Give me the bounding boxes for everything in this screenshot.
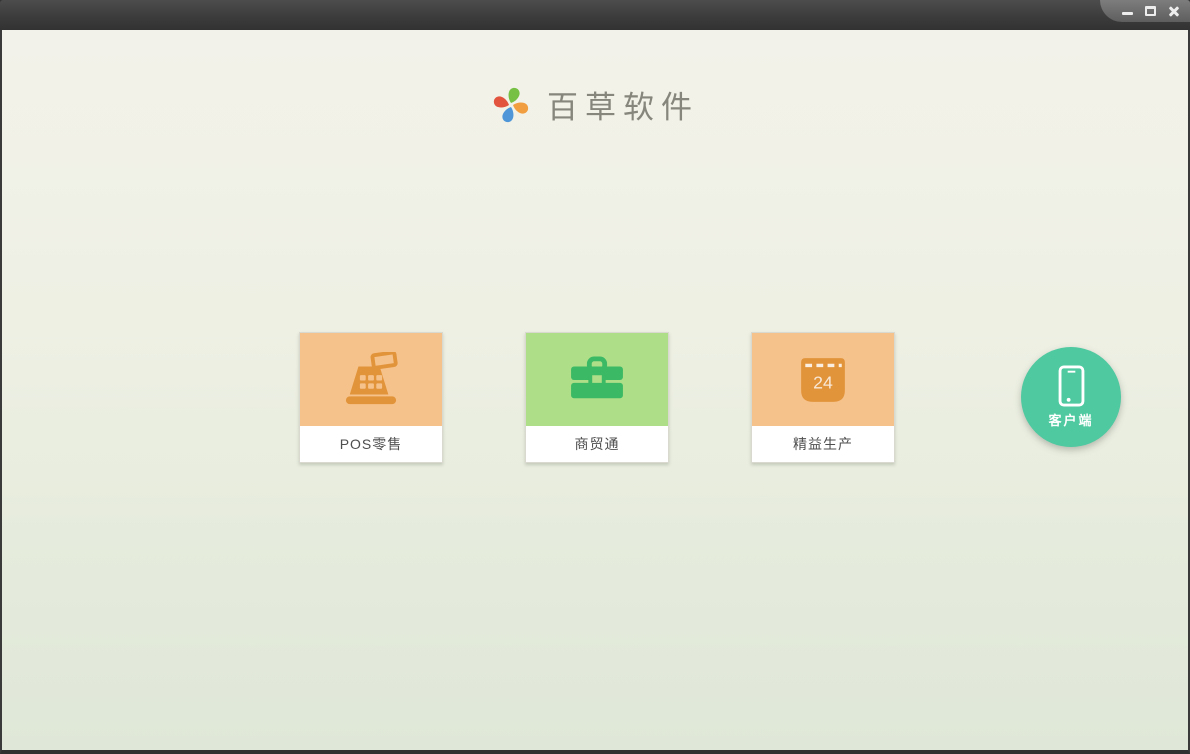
tile-lean-production[interactable]: 24 精益生产 [751,332,895,463]
titlebar [0,0,1190,30]
app-window: 百草软件 POS零售 商贸通 24 精益生产 客户端 [0,0,1190,754]
tile-pos-retail-art [300,333,442,426]
minimize-button[interactable] [1121,5,1134,18]
brand-header: 百草软件 [2,82,1188,127]
smartphone-icon [1058,365,1084,407]
maximize-button[interactable] [1144,5,1157,18]
minimize-icon [1122,12,1133,15]
cash-register-icon [345,351,398,404]
mobile-client-button[interactable]: 客户端 [1021,347,1121,447]
tile-lean-production-art: 24 [752,333,894,426]
mobile-client-label: 客户端 [1048,413,1094,428]
tile-trade-art [526,333,668,426]
tile-label: POS零售 [300,426,442,462]
pinwheel-logo-icon [493,87,529,122]
calendar-day-number: 24 [813,372,833,392]
tile-label: 精益生产 [752,426,894,462]
tile-trade[interactable]: 商贸通 [525,332,669,463]
close-icon [1168,5,1180,17]
tile-label: 商贸通 [526,426,668,462]
window-controls [1100,0,1190,22]
briefcase-icon [571,355,623,398]
product-tiles: POS零售 商贸通 24 精益生产 [299,332,895,463]
close-button[interactable] [1167,5,1180,18]
maximize-icon [1145,6,1156,16]
app-title: 百草软件 [547,90,699,126]
calendar-icon: 24 [801,357,845,402]
tile-pos-retail[interactable]: POS零售 [299,332,443,463]
content-area: 百草软件 POS零售 商贸通 24 精益生产 客户端 [0,30,1190,754]
